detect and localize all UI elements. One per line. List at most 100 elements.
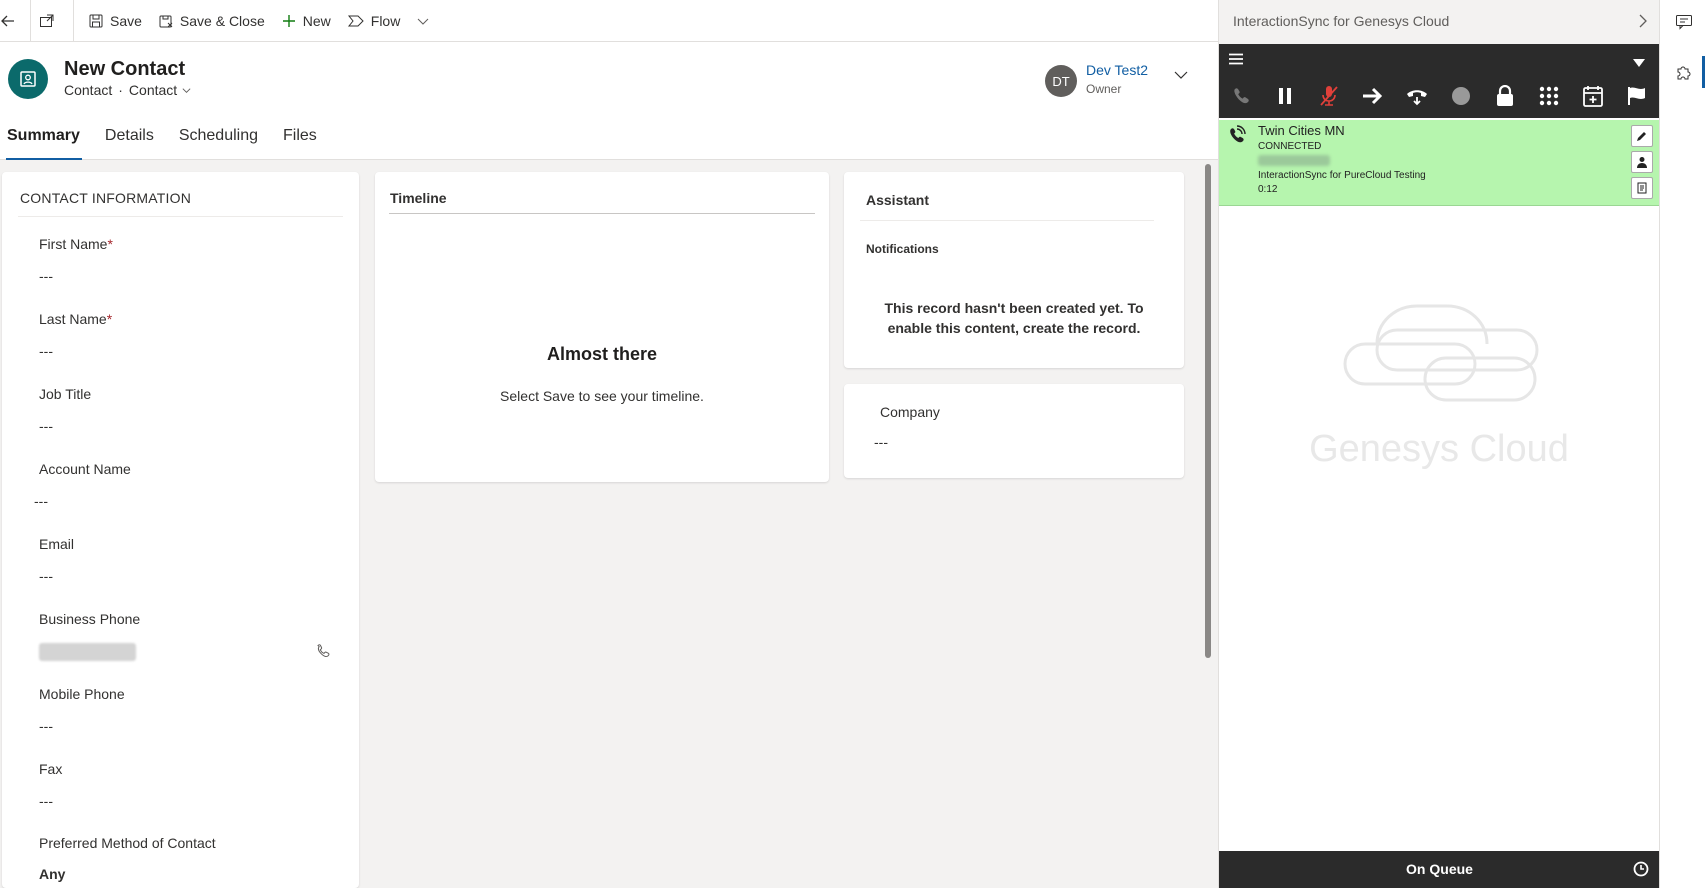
hamburger-menu-button[interactable] <box>1229 52 1243 70</box>
plus-icon <box>282 14 295 27</box>
status-timer-button[interactable] <box>1633 861 1649 882</box>
active-call-card[interactable]: Twin Cities MN CONNECTED InteractionSync… <box>1219 120 1660 206</box>
first-name-label: First Name* <box>39 236 113 252</box>
hamburger-icon <box>1229 53 1243 65</box>
chat-pane-button[interactable] <box>1672 10 1696 34</box>
call-queue: InteractionSync for PureCloud Testing <box>1258 170 1426 181</box>
cloud-logo-icon <box>1343 304 1539 402</box>
flag-icon <box>1628 87 1645 105</box>
preferred-contact-select[interactable]: Any <box>39 866 65 882</box>
back-arrow-icon <box>1 15 14 26</box>
chevron-right-icon <box>1639 14 1647 28</box>
chat-icon <box>1676 15 1692 30</box>
assistant-section: Assistant Notifications This record hasn… <box>844 172 1184 368</box>
job-title-input[interactable]: --- <box>39 418 53 434</box>
preferred-contact-label: Preferred Method of Contact <box>39 835 216 851</box>
disconnect-button[interactable] <box>1395 74 1439 118</box>
call-timer: 0:12 <box>1258 184 1278 195</box>
record-button[interactable] <box>1439 74 1483 118</box>
new-button[interactable]: New <box>273 0 339 42</box>
open-new-window-button[interactable] <box>37 0 69 42</box>
pause-icon <box>1279 88 1291 104</box>
assistant-message: This record hasn't been created yet. To … <box>884 300 1144 336</box>
timeline-empty-subtitle: Select Save to see your timeline. <box>500 388 704 404</box>
assistant-title: Assistant <box>866 192 930 208</box>
account-name-label: Account Name <box>39 461 131 477</box>
contact-information-section: CONTACT INFORMATION First Name* --- Last… <box>2 172 359 888</box>
edit-interaction-button[interactable] <box>1631 125 1653 147</box>
agent-status: On Queue <box>1406 861 1473 877</box>
timeline-section: Timeline Almost there Select Save to see… <box>375 172 829 482</box>
form-name: Contact <box>128 82 178 98</box>
record-subtitle: Contact · Contact <box>64 82 192 98</box>
account-name-lookup[interactable]: --- <box>34 493 48 509</box>
genesys-pane-button[interactable] <box>1672 60 1696 84</box>
separator-dot: · <box>118 82 123 98</box>
divider <box>389 213 815 214</box>
collapse-panel-button[interactable] <box>1635 12 1651 35</box>
mute-button[interactable] <box>1307 74 1351 118</box>
save-label: Save <box>110 12 142 29</box>
call-status-icon-wrap <box>1227 124 1249 153</box>
email-input[interactable]: --- <box>39 568 53 584</box>
call-state: CONNECTED <box>1258 141 1322 152</box>
agent-status-bar[interactable]: On Queue <box>1219 851 1660 888</box>
caller-name: Twin Cities MN <box>1258 123 1345 138</box>
document-icon <box>1637 182 1647 194</box>
person-icon <box>1637 157 1647 168</box>
contact-info-button[interactable] <box>1631 151 1653 173</box>
pencil-icon <box>1637 132 1646 141</box>
business-phone-label: Business Phone <box>39 611 141 627</box>
new-label: New <box>302 12 331 29</box>
command-bar: Save Save & Close New Flow <box>0 0 1218 42</box>
hold-button[interactable] <box>1263 74 1307 118</box>
mobile-phone-input[interactable]: --- <box>39 718 53 734</box>
notes-button[interactable] <box>1631 177 1653 199</box>
first-name-input[interactable]: --- <box>39 268 53 284</box>
tab-summary[interactable]: Summary <box>0 122 90 160</box>
last-name-input[interactable]: --- <box>39 343 53 359</box>
fax-input[interactable]: --- <box>39 793 53 809</box>
flag-button[interactable] <box>1615 74 1659 118</box>
microphone-muted-icon <box>1320 86 1338 106</box>
secure-pause-button[interactable] <box>1483 74 1527 118</box>
call-controls-toolbar <box>1219 74 1660 118</box>
business-phone-input[interactable] <box>39 643 136 661</box>
fax-label: Fax <box>39 761 63 777</box>
flow-label: Flow <box>370 12 401 29</box>
transfer-button[interactable] <box>1351 74 1395 118</box>
menu-dropdown-button[interactable] <box>1633 54 1645 72</box>
phone-icon <box>317 644 330 658</box>
active-pane-indicator <box>1702 56 1705 88</box>
more-commands-button[interactable] <box>408 0 444 42</box>
flow-icon <box>347 15 364 26</box>
flow-button[interactable]: Flow <box>339 0 409 42</box>
header-expand-button[interactable] <box>1172 66 1190 89</box>
last-name-label-text: Last Name <box>39 311 107 327</box>
job-title-label: Job Title <box>39 386 92 402</box>
tab-scheduling[interactable]: Scheduling <box>172 122 268 160</box>
owner-link[interactable]: Dev Test2 <box>1086 62 1148 78</box>
chevron-down-icon <box>1174 71 1188 79</box>
tab-files[interactable]: Files <box>276 122 327 160</box>
form-selector[interactable]: Contact <box>129 82 192 98</box>
company-lookup[interactable]: --- <box>874 434 888 450</box>
back-button[interactable] <box>0 0 26 42</box>
call-business-phone-button[interactable] <box>315 643 331 664</box>
tab-details[interactable]: Details <box>98 122 164 160</box>
record-title: New Contact <box>64 58 186 80</box>
genesys-panel-title: InteractionSync for Genesys Cloud <box>1233 13 1450 29</box>
dialpad-button[interactable] <box>1527 74 1571 118</box>
company-label: Company <box>880 404 940 420</box>
record-icon <box>1452 87 1470 105</box>
schedule-callback-button[interactable] <box>1571 74 1615 118</box>
divider <box>73 0 74 42</box>
form-scrollbar[interactable] <box>1205 164 1211 658</box>
save-button[interactable]: Save <box>80 0 150 42</box>
save-icon <box>89 14 103 27</box>
clock-icon <box>1633 861 1649 877</box>
save-close-button[interactable]: Save & Close <box>150 0 273 42</box>
last-name-label: Last Name* <box>39 311 112 327</box>
timeline-title: Timeline <box>390 190 447 206</box>
dial-button[interactable] <box>1219 74 1263 118</box>
